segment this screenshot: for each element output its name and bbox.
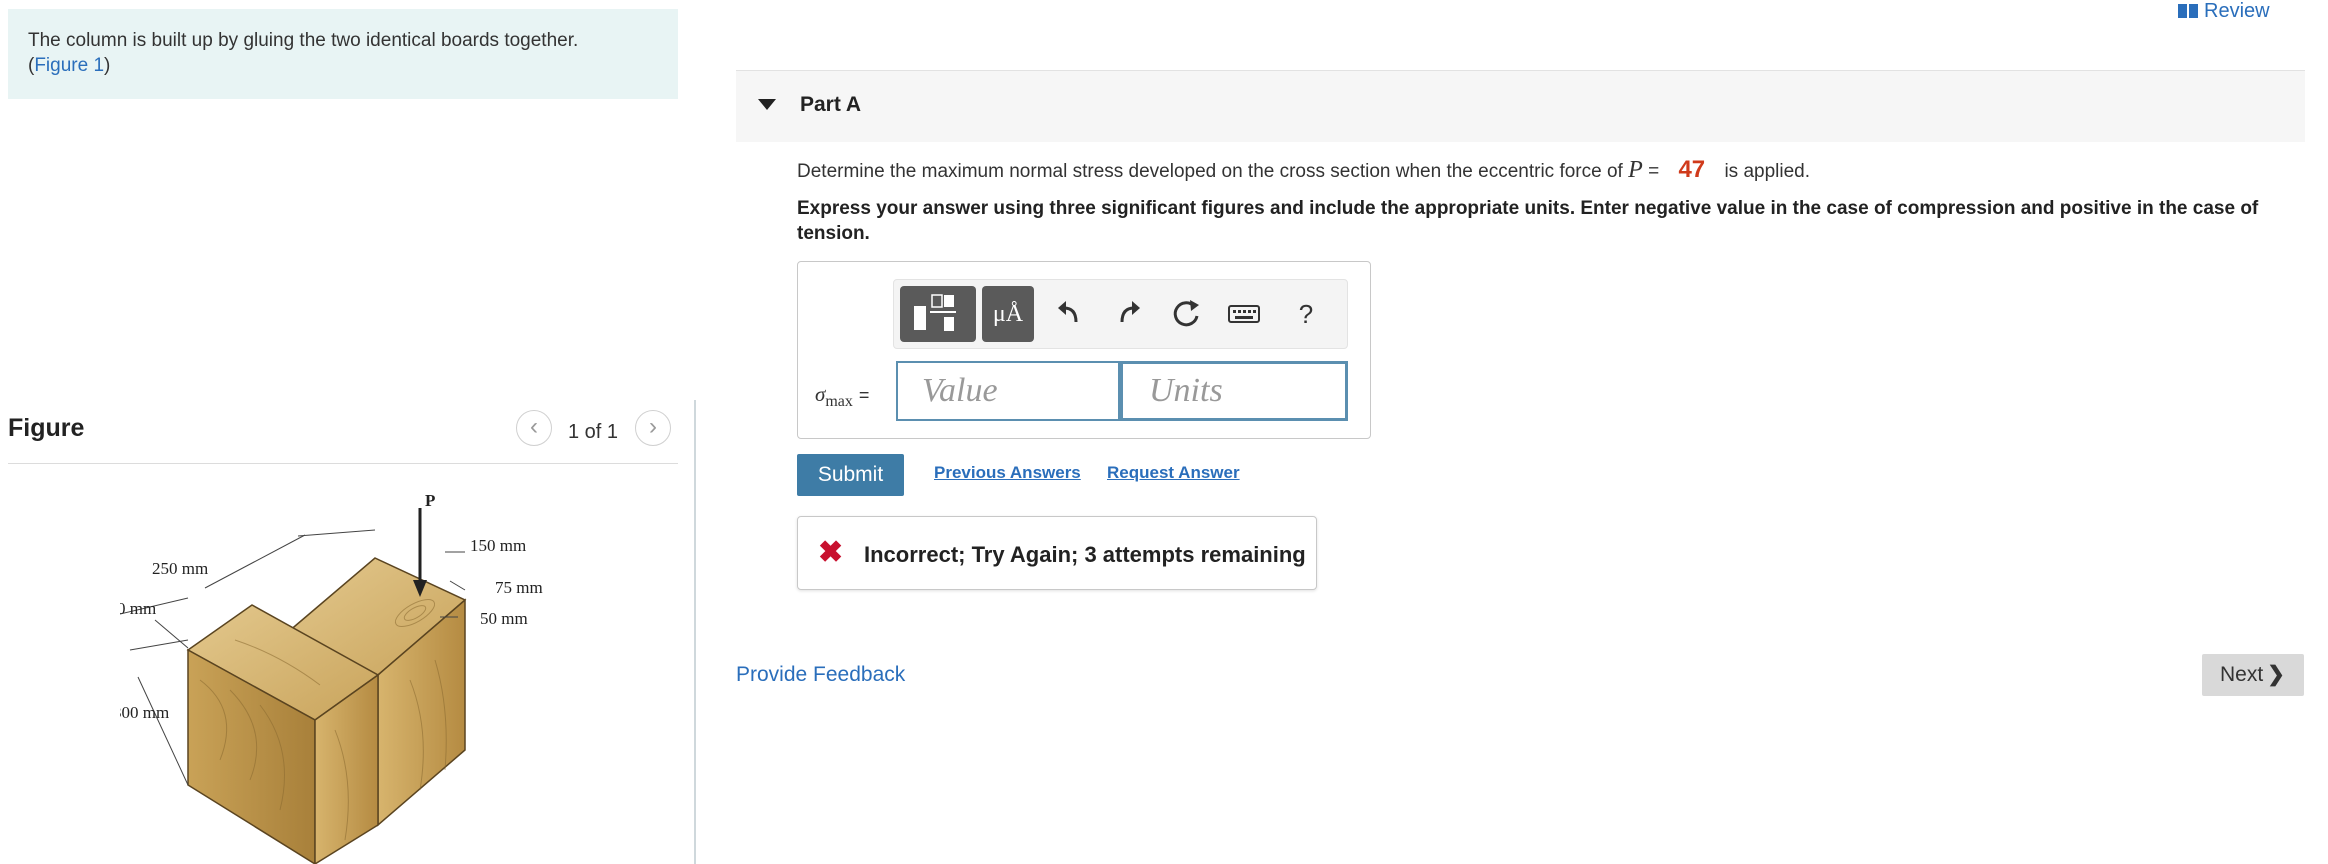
instruction-text: Express your answer using three signific…	[797, 198, 2259, 244]
keyboard-icon	[1228, 305, 1260, 323]
part-a-header[interactable]: Part A	[736, 70, 2305, 142]
next-label: Next	[2220, 663, 2264, 686]
feedback-text: Incorrect; Try Again; 3 attempts remaini…	[864, 542, 1306, 567]
sigma-subscript: max	[825, 393, 853, 411]
sigma-equals: =	[858, 385, 870, 405]
sigma-symbol: σ	[815, 382, 826, 406]
undo-button[interactable]	[1050, 292, 1090, 336]
figure-next-button[interactable]: ›	[635, 410, 671, 446]
figure-image: P 250 mm 150 mm 150 mm 75 mm 50 mm 300 m…	[120, 491, 543, 864]
figure-prev-button[interactable]: ‹	[516, 410, 552, 446]
figure-link-close: )	[104, 55, 111, 76]
label-250: 250 mm	[152, 559, 208, 578]
keyboard-button[interactable]	[1224, 292, 1264, 336]
figure-title: Figure	[8, 414, 85, 442]
next-button[interactable]: Next ❯	[2202, 654, 2304, 696]
chevron-left-icon: ‹	[530, 413, 538, 440]
templates-button[interactable]	[900, 286, 976, 342]
request-answer-link[interactable]: Request Answer	[1107, 463, 1240, 483]
x-icon: ✖	[818, 536, 844, 569]
label-300: 300 mm	[120, 703, 169, 722]
label-50: 50 mm	[480, 609, 528, 628]
redo-button[interactable]	[1108, 292, 1148, 336]
value-input[interactable]	[896, 361, 1120, 421]
part-title: Part A	[800, 93, 862, 116]
p-variable: P	[1628, 157, 1643, 183]
review-label: Review	[2204, 0, 2270, 22]
sigma-max-label: σmax =	[815, 382, 869, 411]
templates-icon	[914, 294, 956, 331]
label-75: 75 mm	[495, 578, 543, 597]
pane-divider	[694, 400, 696, 864]
submit-button[interactable]: Submit	[797, 454, 904, 496]
feedback-message-box: ✖ Incorrect; Try Again; 3 attempts remai…	[797, 516, 1317, 590]
p-value: 47	[1678, 156, 1706, 183]
redo-icon	[1120, 301, 1140, 323]
question-suffix: is applied.	[1724, 161, 1810, 182]
figure-link[interactable]: Figure 1	[34, 55, 104, 76]
reset-button[interactable]	[1166, 292, 1206, 336]
previous-answers-link[interactable]: Previous Answers	[934, 463, 1081, 483]
chevron-right-icon: ›	[649, 413, 657, 440]
label-150-right: 150 mm	[470, 536, 526, 555]
undo-icon	[1058, 301, 1078, 323]
left-pane: The column is built up by gluing the two…	[0, 0, 695, 864]
intro-text: The column is built up by gluing the two…	[28, 30, 579, 51]
question-prefix: Determine the maximum normal stress deve…	[797, 161, 1623, 182]
label-150-left: 150 mm	[120, 599, 156, 618]
answer-box: μÅ ? σmax = Value Units	[797, 261, 1371, 439]
review-link[interactable]: Review	[2178, 0, 2270, 23]
reset-icon	[1173, 300, 1199, 327]
math-toolbar: μÅ ?	[893, 279, 1348, 349]
problem-intro: The column is built up by gluing the two…	[8, 9, 678, 99]
question-text: Determine the maximum normal stress deve…	[797, 156, 1810, 184]
label-p: P	[425, 491, 435, 510]
figure-counter: 1 of 1	[568, 421, 619, 443]
p-equals: =	[1648, 161, 1660, 182]
figure-header: Figure ‹ 1 of 1 ›	[8, 408, 678, 464]
chevron-right-icon: ❯	[2267, 663, 2285, 686]
units-input[interactable]	[1120, 361, 1348, 421]
book-icon	[2178, 4, 2198, 18]
units-button[interactable]: μÅ	[982, 286, 1034, 342]
caret-down-icon	[758, 99, 776, 110]
help-button[interactable]: ?	[1286, 292, 1326, 336]
provide-feedback-link[interactable]: Provide Feedback	[736, 663, 905, 687]
